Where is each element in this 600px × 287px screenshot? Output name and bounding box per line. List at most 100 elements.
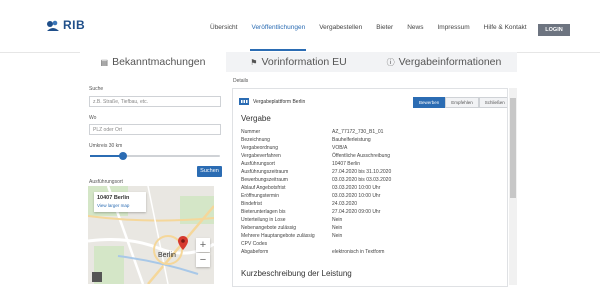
detail-key: Ablauf Angebotsfrist [241,185,286,191]
detail-row: Nummer AZ_77172_730_B1_01 [241,129,501,136]
platform-row: Vergabeplattform Berlin [239,97,305,107]
section-title-kurzbeschreibung: Kurzbeschreibung der Leistung [241,269,352,278]
detail-row: Ablauf Angebotsfrist 03.03.2020 10:00 Uhr [241,185,501,192]
detail-value: Öffentliche Ausschreibung [332,153,391,159]
details-scrollbar[interactable] [509,88,517,285]
map-info-card: 10407 Berlin View larger map [94,192,146,212]
tab-label: Vergabeinformationen [398,56,502,68]
login-button[interactable]: LOGIN [538,24,570,36]
detail-row: Abgabeform elektronisch in Textform [241,249,501,256]
detail-row: Vergabeordnung VOB/A [241,145,501,152]
detail-row: Ausführungsort 10407 Berlin [241,161,501,168]
zoom-in-button[interactable]: + [196,238,210,252]
detail-value: Nein [332,217,343,223]
search-label: Suche [89,86,104,92]
details-panel: Details Vergabeplattform Berlin Bewerben… [232,78,517,287]
detail-value: Nein [332,233,343,239]
view-larger-map-link[interactable]: View larger map [97,203,129,208]
detail-key: Ausführungszeitraum [241,169,289,175]
results-label: Ausführungsort [89,179,123,185]
detail-key: Vergabeverfahren [241,153,281,159]
main-nav: Übersicht Veröffentlichungen Vergabestel… [203,19,534,51]
detail-row: Eröffnungstermin 03.03.2020 10:00 Uhr [241,193,501,200]
detail-row: Bewerbungszeitraum 03.03.2020 bis 03.03.2… [241,177,501,184]
tab-vergabeinformationen[interactable]: ⓘ Vergabeinformationen [371,52,517,72]
map-type-thumbnail[interactable] [92,272,102,282]
detail-key: Nebenangebote zulässig [241,225,297,231]
building-icon [239,97,249,107]
detail-row: Vergabeverfahren Öffentliche Ausschreibun… [241,153,501,160]
detail-value: AZ_77172_730_B1_01 [332,129,384,135]
search-input[interactable]: z.B. Straße, Tiefbau, etc. [89,96,221,107]
detail-row: Mehrere Hauptangebote zulässig Nein [241,233,501,240]
radius-slider-fill [90,155,123,157]
apply-button[interactable]: Bewerben [413,97,446,108]
map-city-label: Berlin [158,252,176,259]
action-button-group: Bewerben Empfehlen Schließen [413,97,507,108]
nav-item-impressum[interactable]: Impressum [430,19,476,37]
location-input[interactable]: PLZ oder Ort [89,124,221,135]
radius-slider[interactable] [90,152,220,160]
zoom-out-button[interactable]: − [196,253,210,267]
detail-value: 27.04.2020 09:00 Uhr [332,209,381,215]
detail-value: 24.03.2020 [332,201,358,207]
detail-value: 27.04.2020 bis 31.10.2020 [332,169,392,175]
detail-value: Bauhelferleistung [332,137,371,143]
rib-logo-icon [46,19,60,31]
detail-key: Bewerbungszeitraum [241,177,288,183]
nav-item-veroeffentlichungen[interactable]: Veröffentlichungen [244,19,312,51]
rib-logo[interactable]: RIB [46,18,85,32]
map-card-title: 10407 Berlin [97,195,130,201]
detail-key: Ausführungsort [241,161,275,167]
search-button[interactable]: Suchen [197,166,222,177]
radius-label: Umkreis 30 km [89,143,123,149]
detail-key: Mehrere Hauptangebote zulässig [241,233,315,239]
tab-bekanntmachungen[interactable]: ▤ Bekanntmachungen [80,52,226,72]
detail-value: VOB/A [332,145,348,151]
main-content: ▤ Bekanntmachungen ⚑ Vorinformation EU ⓘ… [80,52,517,287]
platform-label: Vergabeplattform Berlin [253,99,306,105]
detail-key: Abgabeform [241,249,269,255]
detail-value: 03.03.2020 10:00 Uhr [332,185,381,191]
where-label: Wo [89,115,97,121]
map-pin-icon[interactable] [178,236,188,255]
detail-value: 10407 Berlin [332,161,361,167]
info-icon: ⓘ [386,57,395,67]
tab-label: Bekanntmachungen [112,56,206,68]
flag-icon: ⚑ [250,57,258,67]
details-label: Details [233,78,249,84]
scrollbar-thumb[interactable] [510,98,516,198]
detail-key: Bezeichnung [241,137,270,143]
detail-row: Bezeichnung Bauhelferleistung [241,137,501,144]
detail-key: CPV Codes [241,241,268,247]
detail-value: elektronisch in Textform [332,249,385,255]
section-title-vergabe: Vergabe [241,114,271,123]
detail-key: Nummer [241,129,261,135]
nav-item-hilfe-kontakt[interactable]: Hilfe & Kontakt [477,19,534,37]
detail-value: 03.03.2020 10:00 Uhr [332,193,381,199]
tab-label: Vorinformation EU [261,56,347,68]
search-panel: Suche z.B. Straße, Tiefbau, etc. Wo PLZ … [88,78,222,285]
nav-item-bieter[interactable]: Bieter [369,19,400,37]
map-view[interactable]: 10407 Berlin View larger map Berlin + − [88,186,214,284]
detail-value: 03.03.2020 bis 03.03.2020 [332,177,392,183]
detail-row: Bindefrist 24.03.2020 [241,201,501,208]
rib-logo-text: RIB [63,18,86,32]
nav-item-vergabestellen[interactable]: Vergabestellen [312,19,369,37]
radius-slider-handle[interactable] [118,152,127,160]
close-button[interactable]: Schließen [478,97,507,108]
details-box: Vergabeplattform Berlin Bewerben Empfehl… [232,88,508,287]
tab-vorinformation-eu[interactable]: ⚑ Vorinformation EU [226,52,371,72]
nav-item-news[interactable]: News [400,19,430,37]
detail-key: Bieterunterlagen bis [241,209,286,215]
top-navigation-bar: RIB Übersicht Veröffentlichungen Vergabe… [0,0,600,53]
detail-key: Eröffnungstermin [241,193,279,199]
detail-row: Unterteilung in Lose Nein [241,217,501,224]
detail-key: Bindefrist [241,201,262,207]
detail-row: Nebenangebote zulässig Nein [241,225,501,232]
detail-row: CPV Codes [241,241,501,248]
tab-bar: ▤ Bekanntmachungen ⚑ Vorinformation EU ⓘ… [80,52,517,72]
detail-key: Unterteilung in Lose [241,217,286,223]
nav-item-uebersicht[interactable]: Übersicht [203,19,244,37]
recommend-button[interactable]: Empfehlen [445,97,479,108]
